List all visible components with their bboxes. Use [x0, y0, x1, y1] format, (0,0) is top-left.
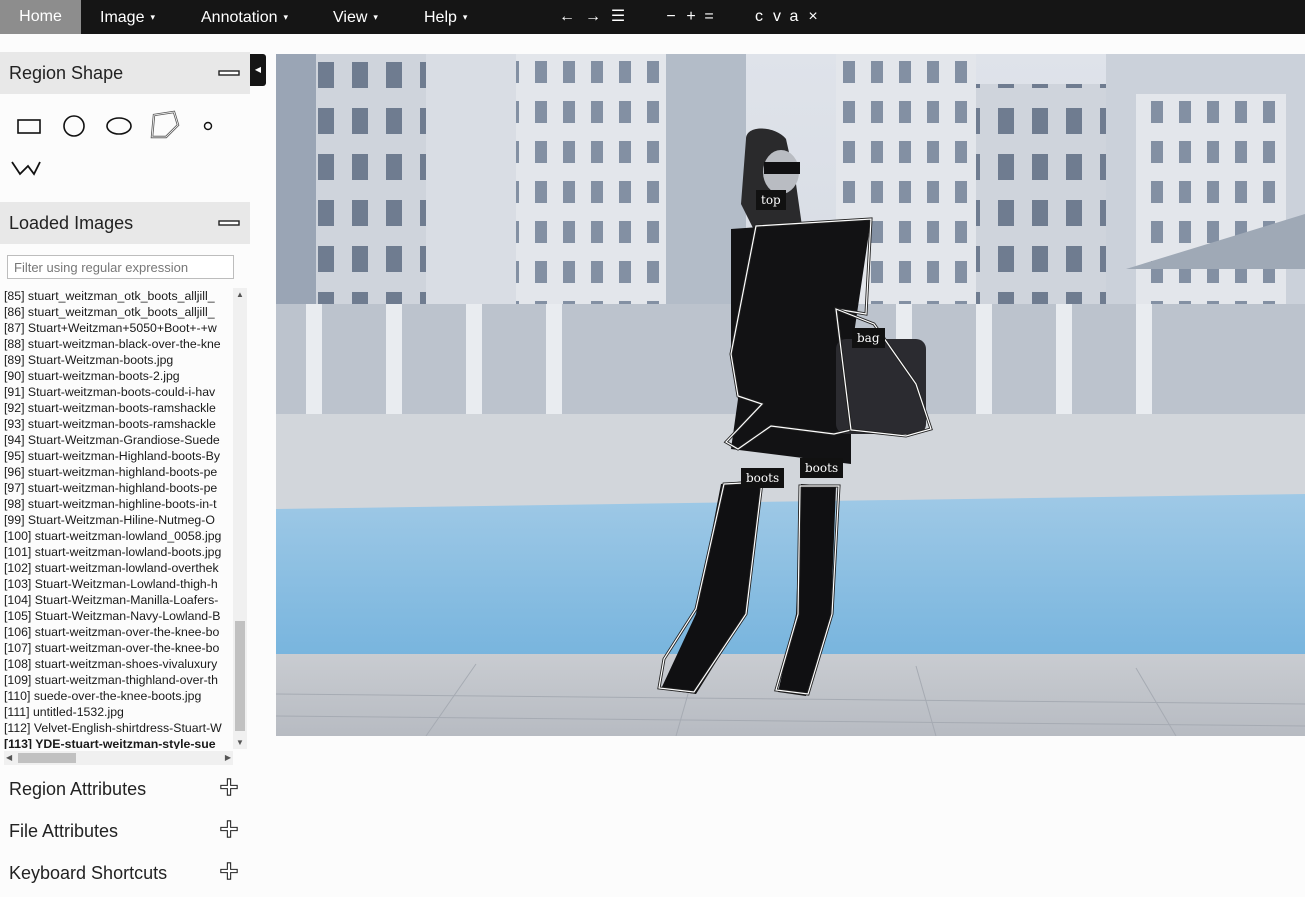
image-list-item[interactable]: [108] stuart-weitzman-shoes-vivaluxury: [4, 656, 236, 672]
image-list-item[interactable]: [85] stuart_weitzman_otk_boots_alljill_: [4, 288, 236, 304]
image-list-item[interactable]: [94] Stuart-Weitzman-Grandiose-Suede: [4, 432, 236, 448]
image-list-vertical-scrollbar[interactable]: ▲ ▼: [233, 288, 247, 749]
left-panel: Region Shape Loaded Images [8: [0, 52, 250, 897]
image-list-item[interactable]: [91] Stuart-weitzman-boots-could-i-hav: [4, 384, 236, 400]
region-shape-header[interactable]: Region Shape: [0, 52, 250, 94]
keyboard-shortcuts-title: Keyboard Shortcuts: [9, 863, 168, 883]
rectangle-shape-icon[interactable]: [16, 116, 42, 136]
next-image-button[interactable]: →: [582, 0, 604, 34]
image-list-item[interactable]: [104] Stuart-Weitzman-Manilla-Loafers-: [4, 592, 236, 608]
menu-image[interactable]: Image ▾: [100, 0, 155, 34]
menu-help[interactable]: Help ▾: [424, 0, 467, 34]
menu-image-label: Image: [100, 9, 145, 26]
image-canvas[interactable]: top bag boots boots: [276, 54, 1305, 736]
image-list-item[interactable]: [87] Stuart+Weitzman+5050+Boot+-+w: [4, 320, 236, 336]
menu-help-label: Help: [424, 9, 457, 26]
region-label[interactable]: boots: [741, 468, 785, 488]
image-list-item[interactable]: [111] untitled-1532.jpg: [4, 704, 236, 720]
scroll-down-icon[interactable]: ▼: [236, 738, 244, 747]
delete-region-button[interactable]: ×: [805, 0, 821, 34]
zoom-out-button[interactable]: −: [662, 0, 680, 34]
scrollbar-thumb[interactable]: [235, 621, 245, 731]
image-filter-input[interactable]: [7, 255, 234, 279]
region-attributes-title: Region Attributes: [9, 779, 147, 799]
paste-region-button[interactable]: v: [769, 0, 785, 34]
region-shape-tools: [0, 96, 250, 200]
select-all-button[interactable]: a: [786, 0, 802, 34]
file-attributes-title: File Attributes: [9, 821, 119, 841]
polygon-shape-icon[interactable]: [148, 109, 182, 141]
image-list-item[interactable]: [107] stuart-weitzman-over-the-knee-bo: [4, 640, 236, 656]
region-shape-title: Region Shape: [9, 63, 124, 83]
menu-view[interactable]: View ▾: [333, 0, 378, 34]
image-list-item[interactable]: [93] stuart-weitzman-boots-ramshackle: [4, 416, 236, 432]
image-list-item[interactable]: [89] Stuart-Weitzman-boots.jpg: [4, 352, 236, 368]
image-list-item[interactable]: [101] stuart-weitzman-lowland-boots.jpg: [4, 544, 236, 560]
loaded-images-title: Loaded Images: [9, 213, 134, 233]
scroll-up-icon[interactable]: ▲: [236, 290, 244, 299]
image-list-item[interactable]: [100] stuart-weitzman-lowland_0058.jpg: [4, 528, 236, 544]
polyline-shape-icon[interactable]: [10, 156, 42, 178]
image-list-item[interactable]: [95] stuart-weitzman-Highland-boots-By: [4, 448, 236, 464]
image-list-item[interactable]: [106] stuart-weitzman-over-the-knee-bo: [4, 624, 236, 640]
scroll-left-icon[interactable]: ◀: [6, 751, 12, 765]
image-list-item[interactable]: [112] Velvet-English-shirtdress-Stuart-W: [4, 720, 236, 736]
collapse-panel-button[interactable]: ◀: [250, 54, 266, 86]
region-label[interactable]: bag: [852, 328, 885, 348]
chevron-down-icon: ▾: [150, 12, 155, 22]
image-list-item[interactable]: [88] stuart-weitzman-black-over-the-kne: [4, 336, 236, 352]
copy-region-button[interactable]: c: [751, 0, 767, 34]
file-attributes-header[interactable]: File Attributes: [0, 810, 250, 852]
menu-bar: Home Image ▾ Annotation ▾ View ▾ Help ▾ ← → …: [0, 0, 1305, 34]
point-shape-icon[interactable]: [200, 118, 216, 134]
ellipse-shape-icon[interactable]: [104, 115, 134, 137]
image-list-item[interactable]: [99] Stuart-Weitzman-Hiline-Nutmeg-O: [4, 512, 236, 528]
chevron-down-icon: ▾: [283, 12, 289, 22]
collapse-icon[interactable]: [218, 214, 240, 232]
menu-view-label: View: [333, 9, 368, 26]
image-list-item[interactable]: [110] suede-over-the-knee-boots.jpg: [4, 688, 236, 704]
image-list-item[interactable]: [98] stuart-weitzman-highline-boots-in-t: [4, 496, 236, 512]
zoom-in-button[interactable]: +: [682, 0, 700, 34]
image-list-item[interactable]: [96] stuart-weitzman-highland-boots-pe: [4, 464, 236, 480]
image-list-item[interactable]: [92] stuart-weitzman-boots-ramshackle: [4, 400, 236, 416]
circle-shape-icon[interactable]: [61, 113, 87, 139]
expand-icon[interactable]: [218, 862, 240, 880]
scrollbar-thumb[interactable]: [18, 753, 76, 763]
region-attributes-header[interactable]: Region Attributes: [0, 768, 250, 810]
loaded-images-header[interactable]: Loaded Images: [0, 202, 250, 244]
expand-icon[interactable]: [218, 778, 240, 796]
keyboard-shortcuts-header[interactable]: Keyboard Shortcuts: [0, 852, 250, 894]
collapse-icon[interactable]: [218, 64, 240, 82]
menu-annotation-label: Annotation: [201, 9, 278, 26]
chevron-down-icon: ▾: [462, 12, 468, 22]
image-list-item[interactable]: [90] stuart-weitzman-boots-2.jpg: [4, 368, 236, 384]
region-label[interactable]: top: [756, 190, 786, 210]
scroll-right-icon[interactable]: ▶: [225, 751, 231, 765]
expand-icon[interactable]: [218, 820, 240, 838]
image-list-button[interactable]: ☰: [608, 0, 628, 34]
image-list-item[interactable]: [109] stuart-weitzman-thighland-over-th: [4, 672, 236, 688]
region-label[interactable]: boots: [800, 458, 844, 478]
image-list-item[interactable]: [105] Stuart-Weitzman-Navy-Lowland-B: [4, 608, 236, 624]
menu-home-label: Home: [19, 8, 62, 25]
menu-annotation[interactable]: Annotation ▾: [201, 0, 288, 34]
image-list-item[interactable]: [86] stuart_weitzman_otk_boots_alljill_: [4, 304, 236, 320]
chevron-down-icon: ▾: [373, 12, 378, 22]
zoom-reset-button[interactable]: =: [700, 0, 718, 34]
annotated-image[interactable]: [276, 54, 1305, 736]
image-list-item[interactable]: [103] Stuart-Weitzman-Lowland-thigh-h: [4, 576, 236, 592]
menu-home[interactable]: Home: [0, 0, 81, 34]
image-list-item[interactable]: [102] stuart-weitzman-lowland-overthek: [4, 560, 236, 576]
prev-image-button[interactable]: ←: [556, 0, 578, 34]
image-list-horizontal-scrollbar[interactable]: ◀ ▶: [4, 751, 233, 765]
image-list-item[interactable]: [97] stuart-weitzman-highland-boots-pe: [4, 480, 236, 496]
image-list: [85] stuart_weitzman_otk_boots_alljill_[…: [4, 288, 236, 749]
image-list-item[interactable]: [113] YDE-stuart-weitzman-style-sue: [4, 736, 236, 749]
